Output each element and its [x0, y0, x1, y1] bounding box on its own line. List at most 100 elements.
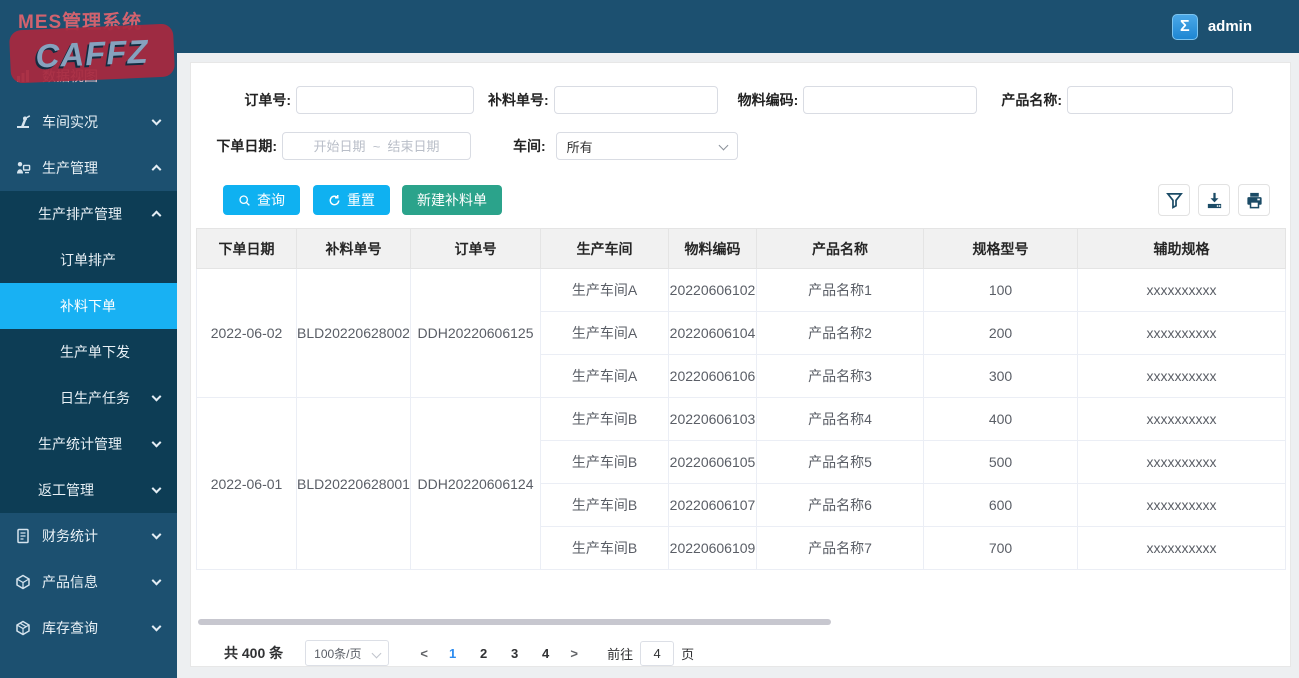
table-cell: 20220606106 — [668, 354, 757, 398]
search-button[interactable]: 查询 — [223, 185, 300, 215]
order-no-group: 订单号: — [227, 86, 474, 114]
order-date-label: 下单日期: — [216, 138, 277, 154]
order-no-label: 订单号: — [244, 92, 291, 108]
sidebar-item-label: 返工管理 — [38, 482, 94, 498]
table-cell: 20220606104 — [668, 311, 757, 355]
table-cell: 产品名称5 — [756, 440, 924, 484]
filter-icon — [1165, 192, 1183, 209]
supplement-no-input[interactable] — [553, 86, 718, 114]
sidebar-item-daily-task[interactable]: 日生产任务 — [0, 375, 177, 421]
table-cell: 生产车间A — [540, 354, 669, 398]
chevron-down-icon — [718, 140, 729, 151]
sigma-user-icon[interactable]: Σ — [1171, 13, 1198, 40]
cube-icon — [15, 574, 33, 590]
chevron-down-icon — [151, 437, 162, 448]
table-cell: 20220606102 — [668, 268, 757, 312]
table-cell: 产品名称2 — [756, 311, 924, 355]
horizontal-scrollbar[interactable] — [198, 619, 831, 625]
sidebar-item-production-stats[interactable]: 生产统计管理 — [0, 421, 177, 467]
filter-row-2: 下单日期: 车间: 所有 — [191, 132, 1290, 160]
table-cell: BLD20220628002 — [296, 268, 411, 398]
next-page-button[interactable]: > — [561, 646, 587, 661]
table-cell: BLD20220628001 — [296, 397, 411, 570]
goto-label: 前往 — [607, 646, 634, 662]
sidebar-item-label: 车间实况 — [42, 114, 98, 130]
table-cell: 产品名称3 — [756, 354, 924, 398]
table-cell: 生产车间B — [540, 397, 669, 441]
sidebar-item-finance-stats[interactable]: 财务统计 — [0, 513, 177, 559]
table-cell: xxxxxxxxxx — [1077, 268, 1286, 312]
chevron-down-icon — [151, 115, 162, 126]
sidebar-item-production-mgmt[interactable]: 生产管理 — [0, 145, 177, 191]
page-number-1[interactable]: 1 — [437, 646, 468, 661]
page-size-select[interactable]: 100条/页 — [305, 640, 390, 666]
column-header: 补料单号 — [296, 228, 411, 269]
data-table: 下单日期 补料单号 订单号 生产车间 物料编码 产品名称 规格型号 辅助规格 2… — [196, 228, 1286, 570]
table-cell: 2022-06-02 — [196, 268, 297, 398]
table-cell: 生产车间B — [540, 440, 669, 484]
order-no-input[interactable] — [296, 86, 474, 114]
main-content: 订单号: 补料单号: 物料编码: 产品名称: 下单日期: 车间: — [177, 53, 1299, 678]
table-cell: 生产车间A — [540, 268, 669, 312]
sidebar-item-production-issue[interactable]: 生产单下发 — [0, 329, 177, 375]
table-cell: 20220606103 — [668, 397, 757, 441]
table-cell: 生产车间B — [540, 526, 669, 570]
table-cell: xxxxxxxxxx — [1077, 354, 1286, 398]
table-cell: 生产车间B — [540, 483, 669, 527]
sidebar-item-label: 订单排产 — [60, 252, 116, 268]
sidebar: 数据视图车间实况生产管理生产排产管理订单排产补料下单生产单下发日生产任务生产统计… — [0, 53, 177, 678]
page-numbers: 1234 — [437, 646, 561, 661]
user-menu[interactable]: Σ admin — [1171, 0, 1252, 53]
column-header: 产品名称 — [756, 228, 924, 269]
product-name-group: 产品名称: — [1001, 86, 1234, 114]
product-name-input[interactable] — [1067, 86, 1234, 114]
material-code-group: 物料编码: — [738, 86, 978, 114]
print-button[interactable] — [1238, 184, 1270, 216]
sidebar-item-rework-mgmt[interactable]: 返工管理 — [0, 467, 177, 513]
sidebar-item-label: 财务统计 — [42, 528, 98, 544]
material-code-input[interactable] — [803, 86, 978, 114]
column-header: 物料编码 — [668, 228, 757, 269]
pagination: 共 400 条 100条/页 < 1234 > 前往 页 — [224, 640, 1290, 666]
page-number-2[interactable]: 2 — [468, 646, 499, 661]
column-header: 辅助规格 — [1077, 228, 1286, 269]
workshop-select[interactable]: 所有 — [555, 132, 738, 160]
sidebar-item-order-scheduling[interactable]: 订单排产 — [0, 237, 177, 283]
sidebar-item-label: 生产管理 — [42, 160, 98, 176]
chevron-down-icon — [371, 648, 382, 659]
order-date-range-input[interactable] — [282, 132, 471, 160]
table-cell: 500 — [923, 440, 1078, 484]
page-number-3[interactable]: 3 — [499, 646, 530, 661]
sidebar-item-scheduling-mgmt[interactable]: 生产排产管理 — [0, 191, 177, 237]
table-cell: 200 — [923, 311, 1078, 355]
goto-page-input[interactable] — [640, 640, 675, 666]
workshop-label: 车间: — [513, 138, 546, 154]
download-button[interactable] — [1198, 184, 1230, 216]
create-supplement-button[interactable]: 新建补料单 — [402, 185, 502, 215]
page-number-4[interactable]: 4 — [530, 646, 561, 661]
chevron-up-icon — [151, 164, 162, 175]
robot-arm-icon — [15, 114, 33, 130]
total-count: 共 400 条 — [224, 645, 284, 661]
chevron-down-icon — [151, 483, 162, 494]
chevron-down-icon — [151, 575, 162, 586]
sidebar-item-replenish-order[interactable]: 补料下单 — [0, 283, 177, 329]
sidebar-item-label: 补料下单 — [60, 298, 116, 314]
sidebar-item-product-info[interactable]: 产品信息 — [0, 559, 177, 605]
create-button-label: 新建补料单 — [417, 192, 487, 208]
sidebar-item-inventory-query[interactable]: 库存查询 — [0, 605, 177, 651]
table-cell: xxxxxxxxxx — [1077, 440, 1286, 484]
table-cell: xxxxxxxxxx — [1077, 397, 1286, 441]
reset-button-label: 重置 — [347, 192, 375, 208]
search-button-label: 查询 — [257, 192, 285, 208]
table-cell: 产品名称7 — [756, 526, 924, 570]
prev-page-button[interactable]: < — [411, 646, 437, 661]
supplement-no-group: 补料单号: — [488, 86, 718, 114]
document-icon — [15, 528, 33, 544]
toolbar: 查询 重置 新建补料单 — [191, 184, 1290, 216]
reset-button[interactable]: 重置 — [313, 185, 390, 215]
sidebar-item-workshop-live[interactable]: 车间实况 — [0, 99, 177, 145]
refresh-icon — [329, 194, 340, 205]
product-name-label: 产品名称: — [1001, 92, 1063, 108]
filter-button[interactable] — [1158, 184, 1190, 216]
